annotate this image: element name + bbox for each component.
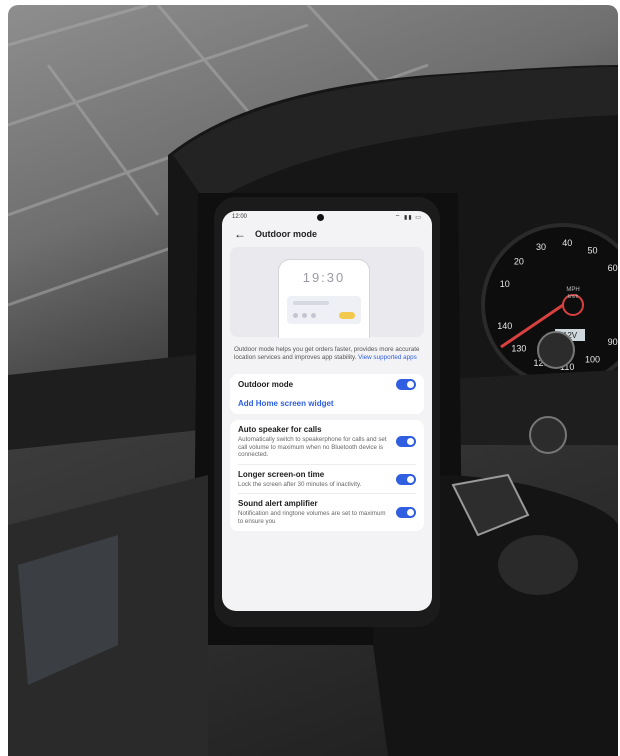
auto-speaker-title: Auto speaker for calls — [238, 425, 322, 434]
speedometer-tick-label: 30 — [536, 242, 546, 252]
speedometer-tick-label: 100 — [585, 355, 600, 365]
outdoor-mode-card: Outdoor mode Add Home screen widget — [230, 374, 424, 414]
screen-header: ← Outdoor mode — [222, 223, 432, 245]
speedometer-tick-label: 60 — [608, 263, 618, 273]
sound-alert-row[interactable]: Sound alert amplifier Notification and r… — [230, 494, 424, 530]
speedometer-tick-label: 20 — [514, 257, 524, 267]
mock-time: 19:30 — [302, 270, 346, 285]
settings-card: Auto speaker for calls Automatically swi… — [230, 420, 424, 531]
auto-speaker-row[interactable]: Auto speaker for calls Automatically swi… — [230, 420, 424, 464]
mock-phone-illustration: 19:30 — [278, 259, 370, 338]
outdoor-mode-illustration: 19:30 — [230, 247, 424, 338]
speedometer-tick-label: 10 — [500, 279, 510, 289]
outdoor-mode-row[interactable]: Outdoor mode — [230, 374, 424, 395]
speedometer-tick-label: 90 — [608, 337, 618, 347]
speedometer-tick-label: 50 — [587, 246, 597, 256]
status-bar: 12:00 ⌔ ▮▮ ▭ — [222, 211, 432, 223]
smartphone: 12:00 ⌔ ▮▮ ▭ ← Outdoor mode 19:30 Outdoo… — [214, 197, 440, 627]
speedometer-unit-kmh: km/h — [568, 294, 579, 300]
outdoor-mode-description: Outdoor mode helps you get orders faster… — [222, 337, 432, 368]
add-home-screen-widget-link[interactable]: Add Home screen widget — [230, 395, 424, 414]
outdoor-mode-toggle[interactable] — [396, 379, 416, 390]
sound-alert-title: Sound alert amplifier — [238, 499, 318, 509]
status-time: 12:00 — [232, 214, 248, 220]
speedometer-tick-label: 40 — [562, 238, 572, 248]
back-arrow-icon[interactable]: ← — [234, 228, 246, 240]
status-icons: ⌔ ▮▮ ▭ — [394, 215, 422, 221]
sound-alert-subtitle: Notification and ringtone volumes are se… — [238, 510, 386, 525]
front-camera-icon — [317, 213, 325, 221]
speedometer-tick-label: 140 — [497, 321, 512, 331]
phone-screen: 12:00 ⌔ ▮▮ ▭ ← Outdoor mode 19:30 Outdoo… — [222, 211, 432, 611]
photo-background: 102030405060708090100110120130140 MPH km… — [8, 5, 618, 756]
page-title: Outdoor mode — [255, 229, 317, 239]
longer-screen-toggle[interactable] — [396, 473, 416, 485]
longer-screen-title: Longer screen-on time — [238, 469, 325, 479]
auto-speaker-subtitle: Automatically switch to speakerphone for… — [238, 436, 387, 459]
sound-alert-toggle[interactable] — [396, 506, 416, 518]
speedometer-tick-label: 130 — [511, 344, 526, 354]
outdoor-mode-label: Outdoor mode — [238, 380, 294, 389]
speedometer-unit-mph: MPH — [566, 287, 579, 293]
mock-widget-card — [287, 296, 361, 324]
longer-screen-subtitle: Lock the screen after 30 minutes of inac… — [238, 480, 362, 488]
auto-speaker-toggle[interactable] — [396, 436, 416, 448]
longer-screen-row[interactable]: Longer screen-on time Lock the screen af… — [230, 465, 424, 494]
view-supported-apps-link[interactable]: View supported apps — [358, 354, 417, 361]
